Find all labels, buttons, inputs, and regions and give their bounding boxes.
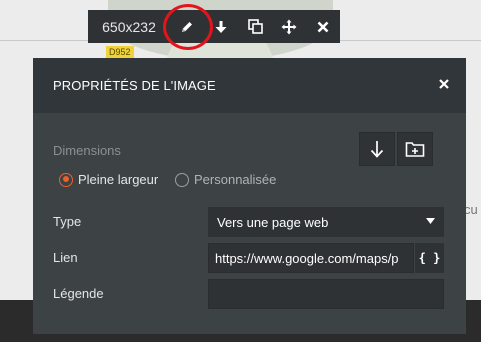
caption-label: Légende [53, 286, 104, 301]
radio-custom[interactable]: Personnalisée [175, 172, 276, 187]
folder-add-button[interactable] [397, 132, 433, 166]
link-input[interactable]: https://www.google.com/maps/p [208, 243, 414, 273]
element-id-tag: D952 [106, 46, 134, 58]
type-label: Type [53, 214, 82, 229]
radio-selected-icon [59, 172, 73, 187]
folder-add-icon [405, 142, 425, 157]
radio-full-width[interactable]: Pleine largeur [59, 172, 158, 187]
delete-button[interactable] [306, 10, 340, 43]
duplicate-button[interactable] [238, 10, 272, 43]
dynamic-value-button[interactable]: { } [415, 243, 444, 273]
radio-unselected-icon [175, 172, 189, 187]
move-button[interactable] [272, 10, 306, 43]
close-icon [439, 79, 449, 89]
caret-down-icon [426, 218, 435, 224]
radio-full-width-label: Pleine largeur [78, 172, 159, 187]
background-text: cu [464, 202, 478, 217]
image-toolbar: 650x232 [88, 10, 340, 43]
dialog-close-button[interactable] [435, 75, 453, 93]
arrow-down-icon [215, 20, 227, 33]
type-select[interactable]: Vers une page web [208, 207, 444, 237]
duplicate-icon [247, 19, 263, 34]
download-icon [370, 141, 384, 158]
highlight-circle [163, 4, 213, 50]
image-dimensions: 650x232 [102, 18, 156, 35]
radio-custom-label: Personnalisée [194, 172, 277, 187]
image-properties-dialog: PROPRIÉTÉS DE L'IMAGE Dimensions Pleine … [33, 58, 466, 334]
type-select-value: Vers une page web [217, 214, 329, 230]
download-button[interactable] [359, 132, 395, 166]
caption-input[interactable] [208, 279, 444, 309]
close-icon [317, 21, 329, 32]
dialog-title: PROPRIÉTÉS DE L'IMAGE [53, 78, 216, 93]
dimensions-label: Dimensions [53, 143, 121, 158]
link-label: Lien [53, 250, 78, 265]
move-icon [281, 19, 297, 34]
